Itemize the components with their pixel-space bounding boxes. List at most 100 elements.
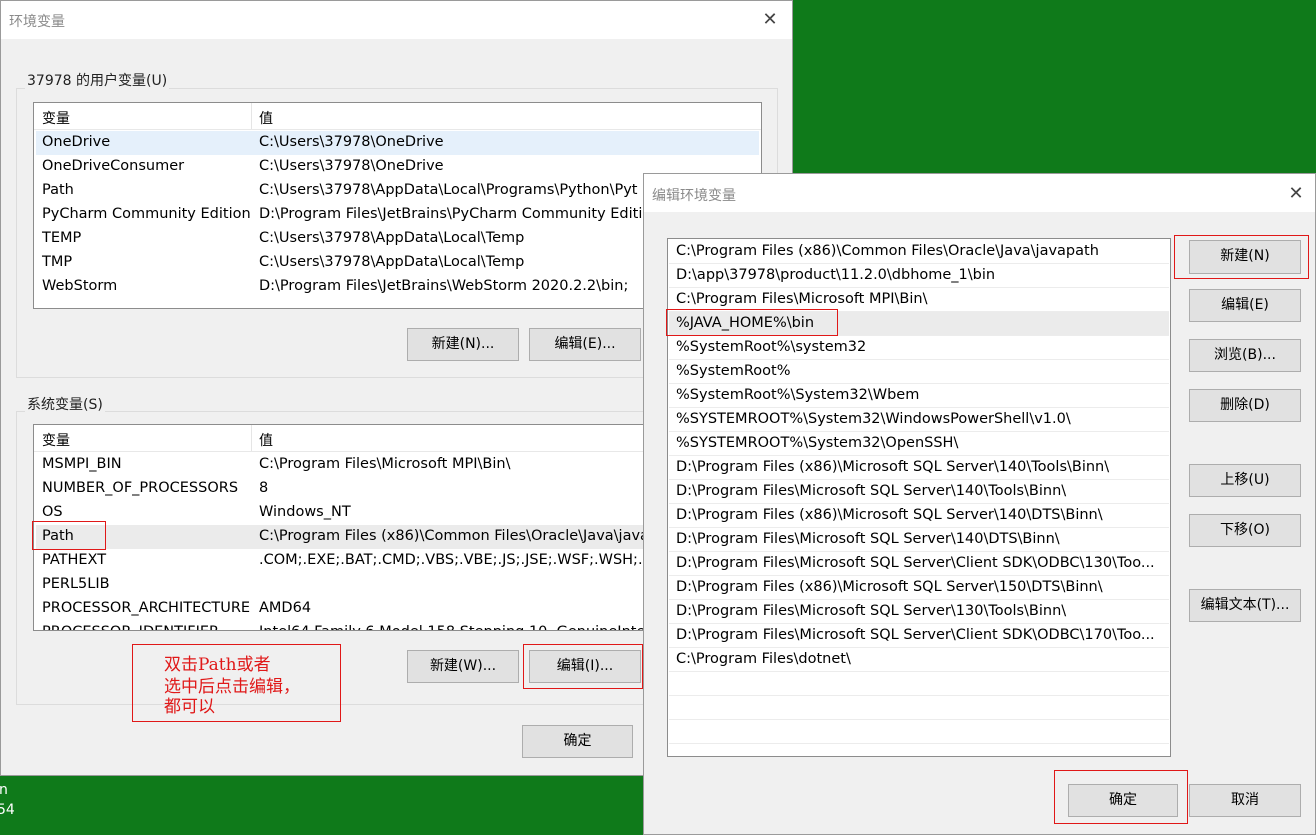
path-entry[interactable]	[669, 720, 1169, 744]
path-entry[interactable]: C:\Program Files (x86)\Common Files\Orac…	[669, 240, 1169, 264]
variable-name: MSMPI_BIN	[42, 456, 122, 472]
variable-value: C:\Program Files (x86)\Common Files\Orac…	[259, 528, 649, 544]
path-entry[interactable]: %SYSTEMROOT%\System32\WindowsPowerShell\…	[669, 408, 1169, 432]
path-move-down-button[interactable]: 下移(O)	[1189, 514, 1301, 547]
path-cancel-button[interactable]: 取消	[1189, 784, 1301, 817]
col-header-value[interactable]: 值	[259, 108, 273, 128]
variable-value: C:\Users\37978\AppData\Local\Temp	[259, 254, 525, 270]
path-entry-text: %SYSTEMROOT%\System32\WindowsPowerShell\…	[676, 411, 1071, 427]
user-edit-button[interactable]: 编辑(E)...	[529, 328, 641, 361]
path-entry-text: D:\Program Files\Microsoft SQL Server\14…	[676, 483, 1067, 499]
path-entry-text: D:\app\37978\product\11.2.0\dbhome_1\bin	[676, 267, 996, 283]
path-entry[interactable]: D:\Program Files\Microsoft SQL Server\14…	[669, 528, 1169, 552]
path-entry-text: D:\Program Files\Microsoft SQL Server\14…	[676, 531, 1060, 547]
java-home-highlight-box	[666, 309, 838, 336]
variable-value: .COM;.EXE;.BAT;.CMD;.VBS;.VBE;.JS;.JSE;.…	[259, 552, 656, 568]
variable-value: Intel64 Family 6 Model 158 Stepping 10, …	[259, 624, 649, 630]
path-entry-text: D:\Program Files\Microsoft SQL Server\13…	[676, 603, 1067, 619]
path-entry-text: C:\Program Files (x86)\Common Files\Orac…	[676, 243, 1099, 259]
env-dialog-titlebar: 环境变量 ✕	[1, 1, 792, 39]
path-entry-text: D:\Program Files (x86)\Microsoft SQL Ser…	[676, 507, 1103, 523]
env-ok-button[interactable]: 确定	[522, 725, 633, 758]
path-entry[interactable]: D:\Program Files\Microsoft SQL Server\13…	[669, 600, 1169, 624]
path-entry-text: %SystemRoot%\System32\Wbem	[676, 387, 920, 403]
path-entry-text: D:\Program Files (x86)\Microsoft SQL Ser…	[676, 459, 1110, 475]
path-entry[interactable]: D:\Program Files\Microsoft SQL Server\Cl…	[669, 552, 1169, 576]
variable-value: C:\Users\37978\AppData\Local\Programs\Py…	[259, 182, 638, 198]
user-new-button[interactable]: 新建(N)...	[407, 328, 519, 361]
edit-highlight-box	[523, 644, 643, 689]
variable-name: PATHEXT	[42, 552, 107, 568]
path-entry-text: %SYSTEMROOT%\System32\OpenSSH\	[676, 435, 959, 451]
path-entry-text: C:\Program Files\Microsoft MPI\Bin\	[676, 291, 928, 307]
path-entry[interactable]: D:\Program Files (x86)\Microsoft SQL Ser…	[669, 456, 1169, 480]
variable-value: D:\Program Files\JetBrains\PyCharm Commu…	[259, 206, 652, 222]
edit-dialog-title: 编辑环境变量	[652, 188, 736, 204]
env-dialog-title: 环境变量	[9, 14, 65, 30]
variable-name: OS	[42, 504, 63, 520]
col-header-variable[interactable]: 变量	[42, 108, 70, 128]
ok-button-highlight-box	[1054, 770, 1188, 824]
path-entry[interactable]: %SystemRoot%\system32	[669, 336, 1169, 360]
variable-value: 8	[259, 480, 269, 496]
table-row[interactable]: OneDrive C:\Users\37978\OneDrive	[36, 131, 759, 155]
user-vars-label: 37978 的用户变量(U)	[25, 70, 170, 90]
path-entry[interactable]: C:\Program Files\dotnet\	[669, 648, 1169, 672]
system-new-button[interactable]: 新建(W)...	[407, 650, 519, 683]
path-move-up-button[interactable]: 上移(U)	[1189, 464, 1301, 497]
col-header-variable[interactable]: 变量	[42, 430, 70, 450]
variable-value: C:\Users\37978\AppData\Local\Temp	[259, 230, 525, 246]
path-entry-text: D:\Program Files\Microsoft SQL Server\Cl…	[676, 627, 1155, 643]
path-entry[interactable]	[669, 696, 1169, 720]
variable-name: NUMBER_OF_PROCESSORS	[42, 480, 239, 496]
close-icon[interactable]: ✕	[1285, 183, 1307, 205]
variable-name: TMP	[42, 254, 73, 270]
path-entry[interactable]: D:\Program Files (x86)\Microsoft SQL Ser…	[669, 504, 1169, 528]
user-vars-header: 变量 值	[34, 103, 761, 130]
path-entry-text: D:\Program Files\Microsoft SQL Server\Cl…	[676, 555, 1155, 571]
variable-value: C:\Users\37978\OneDrive	[259, 134, 444, 150]
path-delete-button[interactable]: 删除(D)	[1189, 389, 1301, 422]
system-vars-label: 系统变量(S)	[25, 394, 105, 414]
taskbar-text-1: n	[0, 782, 8, 798]
path-entry[interactable]: %SystemRoot%\System32\Wbem	[669, 384, 1169, 408]
variable-value: Windows_NT	[259, 504, 351, 520]
taskbar-text-2: 54	[0, 802, 15, 818]
close-icon[interactable]: ✕	[759, 9, 781, 31]
variable-name: OneDrive	[42, 134, 111, 150]
path-edit-button[interactable]: 编辑(E)	[1189, 289, 1301, 322]
path-browse-button[interactable]: 浏览(B)...	[1189, 339, 1301, 372]
edit-dialog-titlebar: 编辑环境变量 ✕	[644, 174, 1315, 212]
path-entry[interactable]: %SystemRoot%	[669, 360, 1169, 384]
new-button-highlight-box	[1174, 235, 1309, 279]
path-entry[interactable]	[669, 672, 1169, 696]
variable-name: Path	[42, 182, 74, 198]
variable-name: PERL5LIB	[42, 576, 110, 592]
path-entry-text: D:\Program Files (x86)\Microsoft SQL Ser…	[676, 579, 1103, 595]
path-entry[interactable]: D:\Program Files (x86)\Microsoft SQL Ser…	[669, 576, 1169, 600]
col-header-value[interactable]: 值	[259, 430, 273, 450]
path-entry[interactable]: D:\Program Files\Microsoft SQL Server\Cl…	[669, 624, 1169, 648]
path-highlight-box	[32, 521, 106, 550]
annotation-line-2: 选中后点击编辑，	[164, 677, 300, 697]
edit-env-dialog: 编辑环境变量 ✕ C:\Program Files (x86)\Common F…	[643, 173, 1316, 835]
variable-name: PROCESSOR_IDENTIFIER	[42, 624, 219, 630]
path-entry[interactable]: %SYSTEMROOT%\System32\OpenSSH\	[669, 432, 1169, 456]
path-entry[interactable]: D:\app\37978\product\11.2.0\dbhome_1\bin	[669, 264, 1169, 288]
path-entry-text: %SystemRoot%\system32	[676, 339, 867, 355]
variable-value: C:\Program Files\Microsoft MPI\Bin\	[259, 456, 511, 472]
path-edit-text-button[interactable]: 编辑文本(T)...	[1189, 589, 1301, 622]
variable-value: D:\Program Files\JetBrains\WebStorm 2020…	[259, 278, 629, 294]
path-entry-text: C:\Program Files\dotnet\	[676, 651, 851, 667]
annotation-line-3: 都可以	[164, 697, 215, 717]
path-entry-text: %SystemRoot%	[676, 363, 791, 379]
variable-value: C:\Users\37978\OneDrive	[259, 158, 444, 174]
variable-name: WebStorm	[42, 278, 118, 294]
variable-value: AMD64	[259, 600, 312, 616]
variable-name: OneDriveConsumer	[42, 158, 185, 174]
annotation-line-1: 双击Path或者	[164, 655, 271, 675]
variable-name: TEMP	[42, 230, 82, 246]
variable-name: PyCharm Community Edition	[42, 206, 251, 222]
path-entry[interactable]: D:\Program Files\Microsoft SQL Server\14…	[669, 480, 1169, 504]
variable-name: PROCESSOR_ARCHITECTURE	[42, 600, 251, 616]
